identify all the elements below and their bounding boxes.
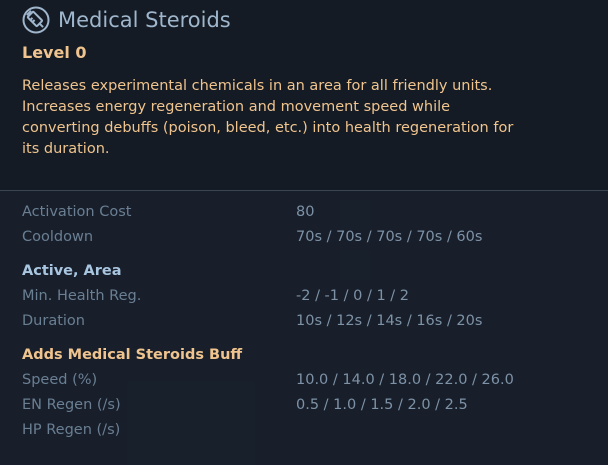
section-heading-buff: Adds Medical Steroids Buff — [22, 347, 243, 363]
section-heading-active-area: Active, Area — [22, 263, 122, 279]
stat-row-activation-cost: Activation Cost 80 — [22, 201, 592, 223]
stat-value: -2 / -1 / 0 / 1 / 2 — [296, 288, 410, 304]
tooltip-header: Medical Steroids Level 0 Releases experi… — [0, 0, 608, 191]
stat-row-en-regen: EN Regen (/s) 0.5 / 1.0 / 1.5 / 2.0 / 2.… — [22, 394, 592, 416]
stat-row-min-health-reg: Min. Health Reg. -2 / -1 / 0 / 1 / 2 — [22, 285, 592, 307]
stat-value: 70s / 70s / 70s / 70s / 60s — [296, 229, 483, 245]
stat-label: Activation Cost — [22, 204, 132, 220]
stat-value: 10s / 12s / 14s / 16s / 20s — [296, 313, 483, 329]
stat-label: Min. Health Reg. — [22, 288, 142, 304]
stat-value: 0.5 / 1.0 / 1.5 / 2.0 / 2.5 — [296, 397, 468, 413]
stat-label: Cooldown — [22, 229, 94, 245]
syringe-icon — [22, 6, 50, 34]
stat-row-cooldown: Cooldown 70s / 70s / 70s / 70s / 60s — [22, 226, 592, 248]
stat-value: 10.0 / 14.0 / 18.0 / 22.0 / 26.0 — [296, 372, 514, 388]
stat-label: HP Regen (/s) — [22, 422, 121, 438]
stat-label: EN Regen (/s) — [22, 397, 121, 413]
stat-row-hp-regen: HP Regen (/s) — [22, 419, 592, 441]
stat-value: 80 — [296, 204, 315, 220]
stat-row-speed: Speed (%) 10.0 / 14.0 / 18.0 / 22.0 / 26… — [22, 369, 592, 391]
skill-tooltip: Medical Steroids Level 0 Releases experi… — [0, 0, 608, 465]
skill-level: Level 0 — [22, 43, 87, 62]
stat-row-duration: Duration 10s / 12s / 14s / 16s / 20s — [22, 310, 592, 332]
skill-description: Releases experimental chemicals in an ar… — [22, 78, 514, 157]
skill-title: Medical Steroids — [58, 8, 231, 32]
stat-label: Speed (%) — [22, 372, 98, 388]
stat-label: Duration — [22, 313, 85, 329]
